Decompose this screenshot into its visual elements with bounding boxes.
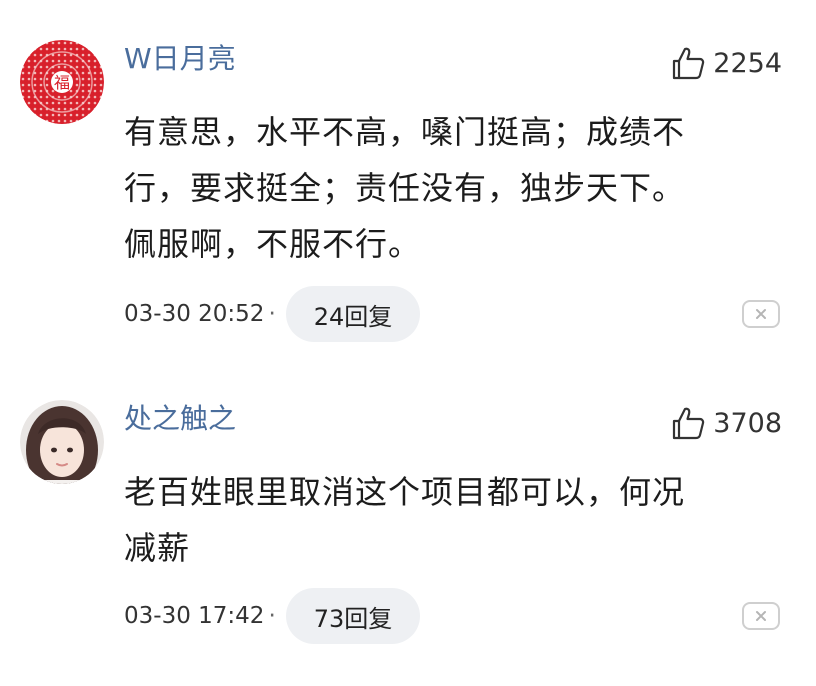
close-icon [756, 309, 766, 319]
reply-count-button[interactable]: 73回复 [285, 588, 421, 644]
meta-separator: · [268, 301, 276, 327]
comment-line: 老百姓眼里取消这个项目都可以，何况 [124, 473, 686, 511]
close-icon [756, 611, 766, 621]
comment-line: 减薪 [124, 529, 191, 567]
thumbs-up-icon [673, 47, 705, 80]
comment-meta: 03-30 20:52 · 24回复 [124, 286, 421, 342]
username[interactable]: 处之触之 [124, 402, 236, 436]
comment-meta: 03-30 17:42 · 73回复 [124, 588, 421, 644]
like-count: 3708 [713, 407, 782, 439]
like-count: 2254 [713, 47, 782, 79]
comment-text: 老百姓眼里取消这个项目都可以，何况 减薪 [124, 464, 764, 576]
username[interactable]: W日月亮 [124, 42, 236, 76]
thumbs-up-icon [673, 407, 705, 440]
portrait-avatar-icon [20, 400, 104, 484]
user-avatar[interactable] [20, 400, 104, 484]
reply-count-button[interactable]: 24回复 [285, 286, 421, 342]
avatar-glyph: 福 [54, 73, 70, 92]
comment-line: 有意思，水平不高，嗓门挺高；成绩不 [124, 113, 686, 151]
dismiss-button[interactable] [742, 300, 780, 328]
meta-separator: · [268, 603, 276, 629]
timestamp: 03-30 20:52 [124, 301, 265, 327]
timestamp: 03-30 17:42 [124, 603, 265, 629]
comment-item: 处之触之 3708 老百姓眼里取消这个项目都可以，何况 减薪 03-30 17:… [0, 360, 816, 686]
like-button[interactable]: 2254 [669, 44, 782, 82]
red-seal-avatar-icon: 福 [20, 40, 104, 124]
comment-line: 佩服啊，不服不行。 [124, 225, 422, 263]
like-button[interactable]: 3708 [669, 404, 782, 442]
comment-item: 福 W日月亮 2254 有意思，水平不高，嗓门挺高；成绩不 行，要求挺全；责任没… [0, 0, 816, 360]
dismiss-button[interactable] [742, 602, 780, 630]
comment-line: 行，要求挺全；责任没有，独步天下。 [124, 169, 686, 207]
user-avatar[interactable]: 福 [20, 40, 104, 124]
comment-text: 有意思，水平不高，嗓门挺高；成绩不 行，要求挺全；责任没有，独步天下。 佩服啊，… [124, 104, 764, 272]
